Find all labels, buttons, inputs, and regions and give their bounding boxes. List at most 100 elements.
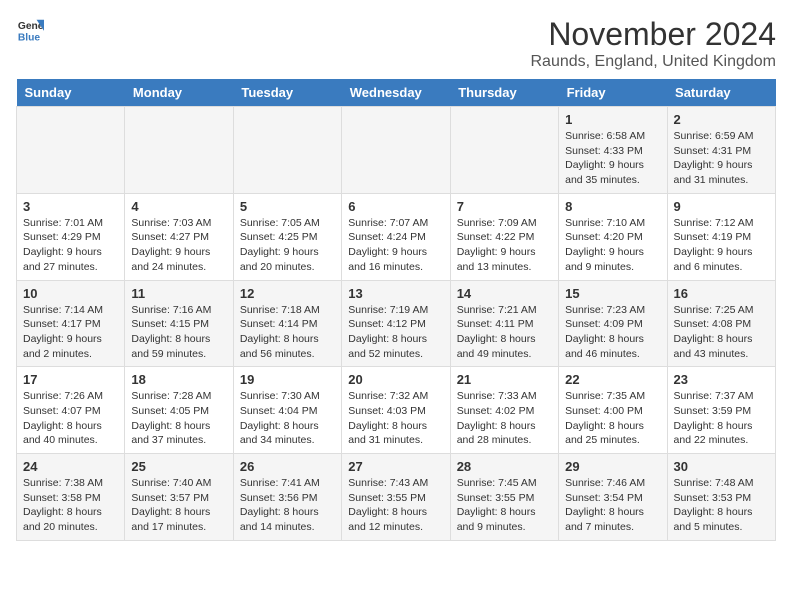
calendar-cell: [450, 107, 558, 194]
day-info: Sunrise: 6:58 AM Sunset: 4:33 PM Dayligh…: [565, 129, 660, 188]
day-number: 12: [240, 286, 335, 301]
day-number: 13: [348, 286, 443, 301]
day-info: Sunrise: 7:07 AM Sunset: 4:24 PM Dayligh…: [348, 216, 443, 275]
day-number: 14: [457, 286, 552, 301]
calendar-cell: 18 Sunrise: 7:28 AM Sunset: 4:05 PM Dayli…: [125, 367, 233, 454]
day-info: Sunrise: 7:23 AM Sunset: 4:09 PM Dayligh…: [565, 303, 660, 362]
day-info: Sunrise: 7:18 AM Sunset: 4:14 PM Dayligh…: [240, 303, 335, 362]
day-info: Sunrise: 7:40 AM Sunset: 3:57 PM Dayligh…: [131, 476, 226, 535]
day-info: Sunrise: 7:19 AM Sunset: 4:12 PM Dayligh…: [348, 303, 443, 362]
day-number: 24: [23, 459, 118, 474]
day-info: Sunrise: 7:45 AM Sunset: 3:55 PM Dayligh…: [457, 476, 552, 535]
day-info: Sunrise: 7:43 AM Sunset: 3:55 PM Dayligh…: [348, 476, 443, 535]
day-info: Sunrise: 7:05 AM Sunset: 4:25 PM Dayligh…: [240, 216, 335, 275]
calendar-cell: [233, 107, 341, 194]
day-info: Sunrise: 7:25 AM Sunset: 4:08 PM Dayligh…: [674, 303, 769, 362]
calendar-cell: 14 Sunrise: 7:21 AM Sunset: 4:11 PM Dayli…: [450, 280, 558, 367]
weekday-header: Monday: [125, 79, 233, 107]
day-info: Sunrise: 7:35 AM Sunset: 4:00 PM Dayligh…: [565, 389, 660, 448]
calendar-cell: 12 Sunrise: 7:18 AM Sunset: 4:14 PM Dayli…: [233, 280, 341, 367]
day-info: Sunrise: 7:01 AM Sunset: 4:29 PM Dayligh…: [23, 216, 118, 275]
day-number: 8: [565, 199, 660, 214]
calendar-cell: 13 Sunrise: 7:19 AM Sunset: 4:12 PM Dayli…: [342, 280, 450, 367]
calendar-week-row: 3 Sunrise: 7:01 AM Sunset: 4:29 PM Daylig…: [17, 193, 776, 280]
calendar-cell: 1 Sunrise: 6:58 AM Sunset: 4:33 PM Daylig…: [559, 107, 667, 194]
weekday-header-row: SundayMondayTuesdayWednesdayThursdayFrid…: [17, 79, 776, 107]
day-info: Sunrise: 7:33 AM Sunset: 4:02 PM Dayligh…: [457, 389, 552, 448]
day-info: Sunrise: 7:41 AM Sunset: 3:56 PM Dayligh…: [240, 476, 335, 535]
weekday-header: Friday: [559, 79, 667, 107]
day-number: 28: [457, 459, 552, 474]
calendar-cell: 5 Sunrise: 7:05 AM Sunset: 4:25 PM Daylig…: [233, 193, 341, 280]
day-number: 7: [457, 199, 552, 214]
calendar-cell: 30 Sunrise: 7:48 AM Sunset: 3:53 PM Dayli…: [667, 454, 775, 541]
day-info: Sunrise: 7:38 AM Sunset: 3:58 PM Dayligh…: [23, 476, 118, 535]
day-number: 25: [131, 459, 226, 474]
calendar-cell: [17, 107, 125, 194]
calendar-cell: 22 Sunrise: 7:35 AM Sunset: 4:00 PM Dayli…: [559, 367, 667, 454]
day-info: Sunrise: 7:37 AM Sunset: 3:59 PM Dayligh…: [674, 389, 769, 448]
day-number: 5: [240, 199, 335, 214]
weekday-header: Saturday: [667, 79, 775, 107]
calendar-cell: 29 Sunrise: 7:46 AM Sunset: 3:54 PM Dayli…: [559, 454, 667, 541]
calendar-cell: 7 Sunrise: 7:09 AM Sunset: 4:22 PM Daylig…: [450, 193, 558, 280]
weekday-header: Thursday: [450, 79, 558, 107]
day-info: Sunrise: 7:21 AM Sunset: 4:11 PM Dayligh…: [457, 303, 552, 362]
day-number: 22: [565, 372, 660, 387]
day-number: 26: [240, 459, 335, 474]
day-number: 9: [674, 199, 769, 214]
day-info: Sunrise: 7:16 AM Sunset: 4:15 PM Dayligh…: [131, 303, 226, 362]
day-number: 3: [23, 199, 118, 214]
calendar-cell: 9 Sunrise: 7:12 AM Sunset: 4:19 PM Daylig…: [667, 193, 775, 280]
day-number: 27: [348, 459, 443, 474]
day-info: Sunrise: 7:28 AM Sunset: 4:05 PM Dayligh…: [131, 389, 226, 448]
header: General Blue November 2024 Raunds, Engla…: [16, 16, 776, 71]
calendar-week-row: 1 Sunrise: 6:58 AM Sunset: 4:33 PM Daylig…: [17, 107, 776, 194]
day-info: Sunrise: 7:14 AM Sunset: 4:17 PM Dayligh…: [23, 303, 118, 362]
day-number: 6: [348, 199, 443, 214]
day-number: 30: [674, 459, 769, 474]
day-info: Sunrise: 7:48 AM Sunset: 3:53 PM Dayligh…: [674, 476, 769, 535]
calendar-cell: 16 Sunrise: 7:25 AM Sunset: 4:08 PM Dayli…: [667, 280, 775, 367]
calendar-week-row: 10 Sunrise: 7:14 AM Sunset: 4:17 PM Dayli…: [17, 280, 776, 367]
day-number: 29: [565, 459, 660, 474]
day-info: Sunrise: 7:46 AM Sunset: 3:54 PM Dayligh…: [565, 476, 660, 535]
day-info: Sunrise: 7:30 AM Sunset: 4:04 PM Dayligh…: [240, 389, 335, 448]
day-number: 18: [131, 372, 226, 387]
day-number: 21: [457, 372, 552, 387]
calendar-cell: 6 Sunrise: 7:07 AM Sunset: 4:24 PM Daylig…: [342, 193, 450, 280]
calendar-cell: [342, 107, 450, 194]
day-info: Sunrise: 7:12 AM Sunset: 4:19 PM Dayligh…: [674, 216, 769, 275]
calendar-cell: 20 Sunrise: 7:32 AM Sunset: 4:03 PM Dayli…: [342, 367, 450, 454]
calendar-week-row: 24 Sunrise: 7:38 AM Sunset: 3:58 PM Dayli…: [17, 454, 776, 541]
weekday-header: Tuesday: [233, 79, 341, 107]
day-number: 4: [131, 199, 226, 214]
day-number: 10: [23, 286, 118, 301]
day-info: Sunrise: 6:59 AM Sunset: 4:31 PM Dayligh…: [674, 129, 769, 188]
location-title: Raunds, England, United Kingdom: [531, 53, 777, 71]
svg-text:Blue: Blue: [18, 32, 41, 43]
calendar-week-row: 17Sunrise: 7:26 AM Sunset: 4:07 PM Dayli…: [17, 367, 776, 454]
day-number: 23: [674, 372, 769, 387]
calendar-cell: 19 Sunrise: 7:30 AM Sunset: 4:04 PM Dayli…: [233, 367, 341, 454]
calendar-cell: 8 Sunrise: 7:10 AM Sunset: 4:20 PM Daylig…: [559, 193, 667, 280]
logo-icon: General Blue: [16, 16, 44, 44]
day-number: 16: [674, 286, 769, 301]
calendar-cell: [125, 107, 233, 194]
calendar-table: SundayMondayTuesdayWednesdayThursdayFrid…: [16, 79, 776, 541]
weekday-header: Wednesday: [342, 79, 450, 107]
day-info: Sunrise: 7:09 AM Sunset: 4:22 PM Dayligh…: [457, 216, 552, 275]
day-info: Sunrise: 7:10 AM Sunset: 4:20 PM Dayligh…: [565, 216, 660, 275]
calendar-cell: 28 Sunrise: 7:45 AM Sunset: 3:55 PM Dayli…: [450, 454, 558, 541]
day-number: 1: [565, 112, 660, 127]
day-info: Sunrise: 7:32 AM Sunset: 4:03 PM Dayligh…: [348, 389, 443, 448]
day-info: Sunrise: 7:26 AM Sunset: 4:07 PM Dayligh…: [23, 389, 118, 448]
calendar-cell: 2Sunrise: 6:59 AM Sunset: 4:31 PM Daylig…: [667, 107, 775, 194]
calendar-cell: 27 Sunrise: 7:43 AM Sunset: 3:55 PM Dayli…: [342, 454, 450, 541]
day-number: 19: [240, 372, 335, 387]
day-number: 15: [565, 286, 660, 301]
calendar-cell: 17Sunrise: 7:26 AM Sunset: 4:07 PM Dayli…: [17, 367, 125, 454]
logo: General Blue: [16, 16, 44, 44]
day-number: 20: [348, 372, 443, 387]
calendar-cell: 24 Sunrise: 7:38 AM Sunset: 3:58 PM Dayli…: [17, 454, 125, 541]
